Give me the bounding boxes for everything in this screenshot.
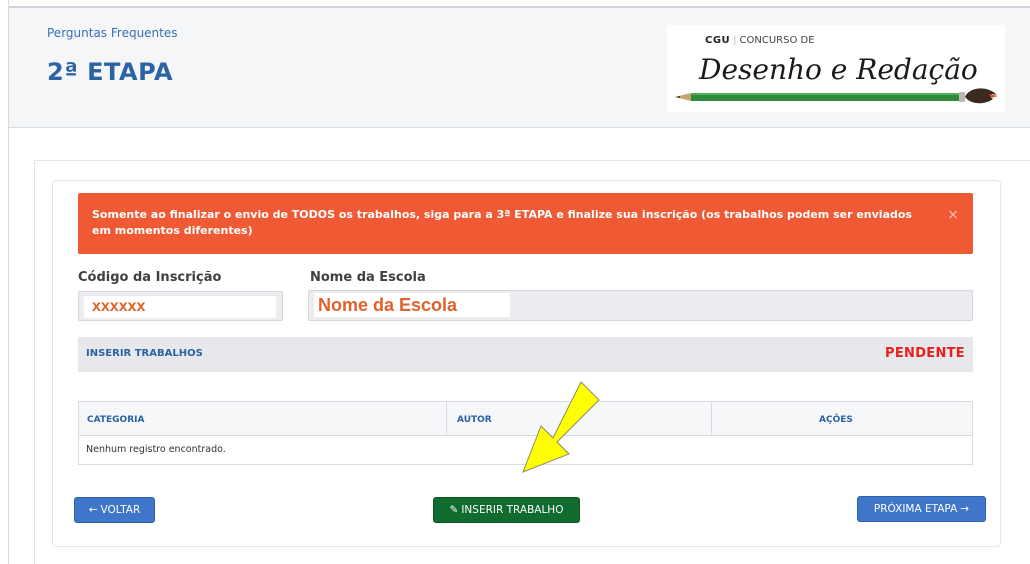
back-button-label: VOLTAR <box>100 504 141 516</box>
page-title: 2ª ETAPA <box>47 58 174 86</box>
column-divider <box>711 402 712 436</box>
pencil-icon <box>675 88 998 104</box>
insert-work-button[interactable]: ✎ INSERIR TRABALHO <box>433 497 580 523</box>
codigo-field[interactable]: xxxxxx <box>78 291 283 321</box>
status-badge: PENDENTE <box>885 346 965 361</box>
contest-logo: CGU | CONCURSO DE Desenho e Redação <box>667 25 1005 112</box>
logo-header: CGU | CONCURSO DE <box>705 35 815 46</box>
logo-org: CGU <box>705 35 731 46</box>
section-title: INSERIR TRABALHOS <box>86 348 203 359</box>
page-header: Perguntas Frequentes 2ª ETAPA CGU | CONCUR… <box>9 6 1030 128</box>
codigo-label: Código da Inscrição <box>78 270 222 285</box>
logo-script: Desenho e Redação <box>699 53 978 86</box>
table-empty-message: Nenhum registro encontrado. <box>86 444 226 455</box>
escola-label: Nome da Escola <box>310 270 426 285</box>
edit-icon: ✎ <box>449 504 459 516</box>
column-header-acoes: AÇÕES <box>819 415 853 425</box>
column-divider <box>446 402 447 436</box>
insert-work-button-label: INSERIR TRABALHO <box>461 504 564 516</box>
arrow-left-icon: ← <box>88 504 98 516</box>
escola-value: Nome da Escola <box>314 293 510 317</box>
next-step-button[interactable]: PRÓXIMA ETAPA → <box>857 496 986 522</box>
logo-line: CONCURSO DE <box>739 35 815 46</box>
codigo-value: xxxxxx <box>84 296 276 318</box>
section-header: INSERIR TRABALHOS PENDENTE <box>78 337 973 372</box>
alert-message: Somente ao finalizar o envio de TODOS os… <box>92 208 912 237</box>
breadcrumb-faq-link[interactable]: Perguntas Frequentes <box>47 26 178 40</box>
close-icon[interactable]: × <box>947 207 959 223</box>
column-header-categoria[interactable]: CATEGORIA <box>87 415 144 425</box>
yellow-pointer-arrow <box>522 381 600 473</box>
back-button[interactable]: ← VOLTAR <box>74 497 155 523</box>
page: Perguntas Frequentes 2ª ETAPA CGU | CONCUR… <box>0 0 1030 564</box>
arrow-right-icon: → <box>960 503 970 515</box>
alert-banner: Somente ao finalizar o envio de TODOS os… <box>78 193 973 254</box>
column-header-autor[interactable]: AUTOR <box>457 415 492 425</box>
escola-field[interactable]: Nome da Escola <box>308 290 973 321</box>
next-step-button-label: PRÓXIMA ETAPA <box>873 503 958 515</box>
